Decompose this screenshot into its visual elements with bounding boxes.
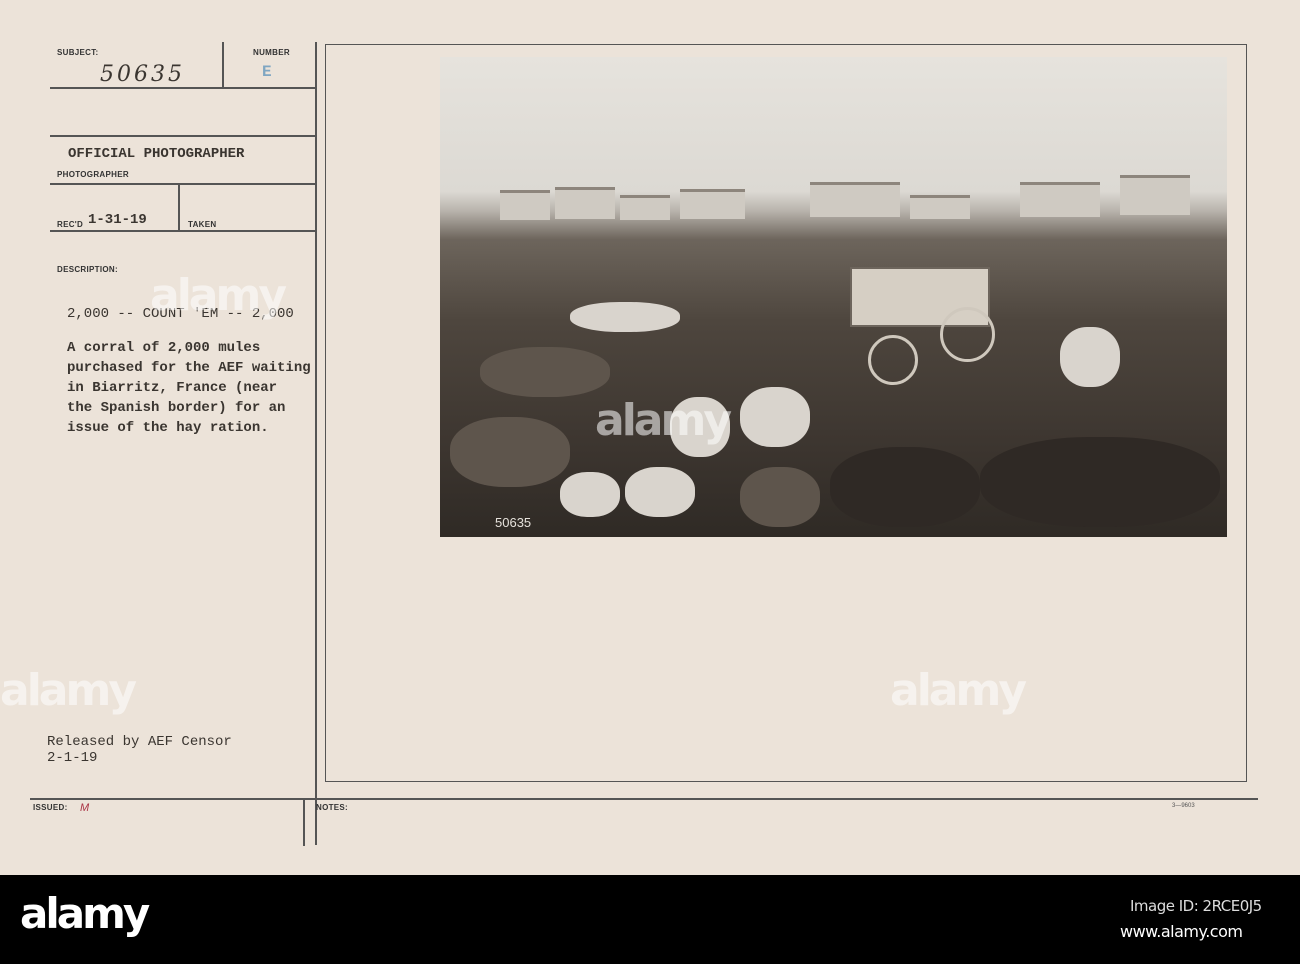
watermark: alamy <box>150 270 287 321</box>
watermark: alamy <box>890 665 1027 716</box>
number-label: NUMBER <box>253 48 290 57</box>
watermark: alamy <box>0 665 137 716</box>
description-text: A corral of 2,000 mules purchased for th… <box>67 338 311 438</box>
photographer-value: OFFICIAL PHOTOGRAPHER <box>68 146 245 162</box>
description-line: A corral of 2,000 mules <box>67 340 261 356</box>
divider <box>222 42 224 88</box>
divider <box>178 184 180 231</box>
notes-label: NOTES: <box>316 803 349 812</box>
description-line: the Spanish border) for an <box>67 400 286 416</box>
divider <box>50 135 315 137</box>
issued-value: M <box>80 802 90 814</box>
form-number: 3—9603 <box>1172 803 1195 809</box>
divider <box>50 87 315 89</box>
divider <box>50 183 315 185</box>
taken-label: TAKEN <box>188 220 217 229</box>
description-label: DESCRIPTION: <box>57 265 118 274</box>
photo-record-card: SUBJECT: 50635 NUMBER E OFFICIAL PHOTOGR… <box>0 0 1300 875</box>
subject-label: SUBJECT: <box>57 48 99 57</box>
alamy-logo: alamy <box>20 889 150 938</box>
divider <box>50 230 315 232</box>
negative-number: 50635 <box>495 515 532 530</box>
watermark: alamy <box>595 395 732 446</box>
recd-label: REC'D <box>57 220 84 229</box>
release-date: 2-1-19 <box>47 750 98 766</box>
number-stamp: E <box>262 63 272 81</box>
footer-bar: alamy Image ID: 2RCE0J5 www.alamy.com <box>0 875 1300 964</box>
divider <box>303 798 305 846</box>
issued-label: ISSUED: <box>33 803 68 812</box>
divider <box>315 42 317 845</box>
release-line: Released by AEF Censor <box>47 734 232 750</box>
subject-number: 50635 <box>100 62 185 87</box>
description-line: purchased for the AEF waiting <box>67 360 311 376</box>
image-id: Image ID: 2RCE0J5 <box>1130 897 1262 915</box>
alamy-url[interactable]: www.alamy.com <box>1120 922 1243 941</box>
description-line: issue of the hay ration. <box>67 420 269 436</box>
divider <box>30 798 1258 800</box>
recd-date: 1-31-19 <box>88 212 147 228</box>
description-line: in Biarritz, France (near <box>67 380 278 396</box>
mule-corral-photograph: 50635 <box>440 57 1227 537</box>
photographer-label: PHOTOGRAPHER <box>57 170 129 179</box>
